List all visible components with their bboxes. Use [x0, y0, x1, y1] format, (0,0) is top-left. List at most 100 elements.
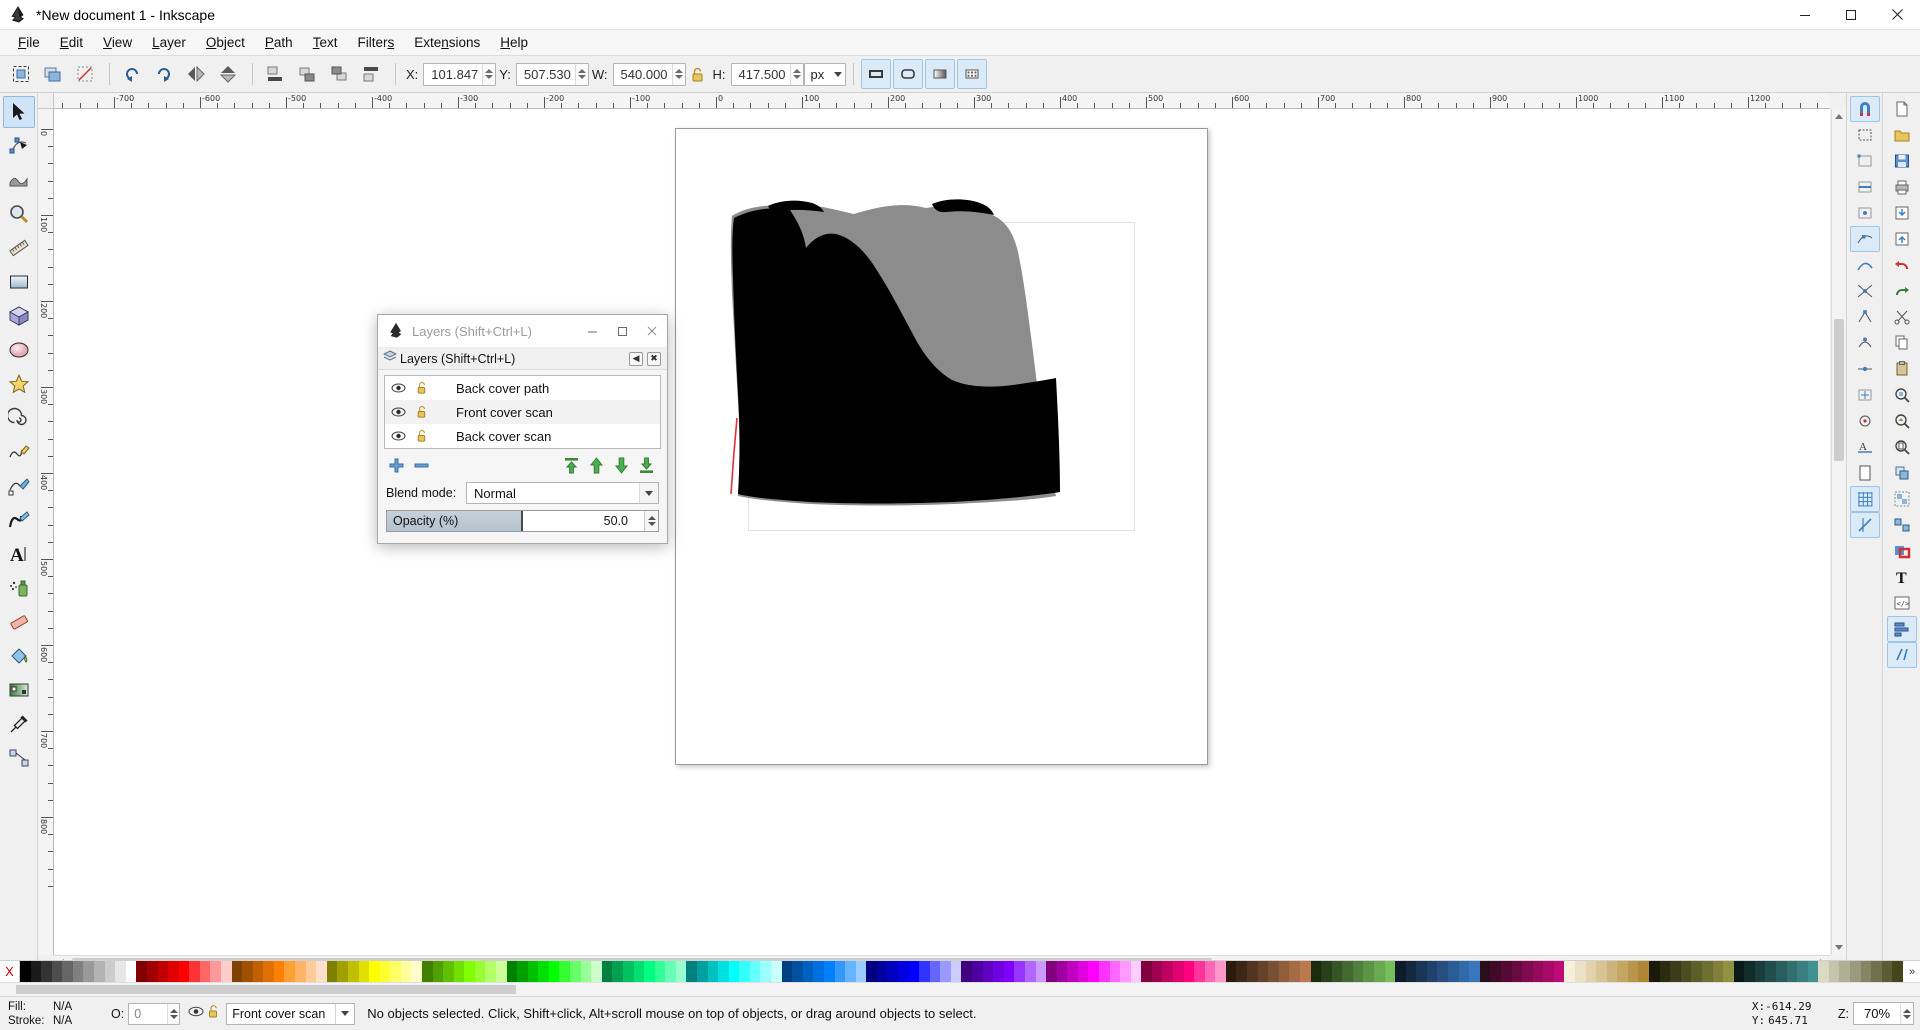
palette-swatch[interactable]: [570, 961, 581, 982]
palette-swatch[interactable]: [1374, 961, 1385, 982]
palette-swatch[interactable]: [1564, 961, 1575, 982]
palette-swatch[interactable]: [1416, 961, 1427, 982]
zoom-spin-arrows[interactable]: [1900, 1003, 1913, 1024]
palette-swatch[interactable]: [1268, 961, 1279, 982]
arrow-down-icon[interactable]: [609, 456, 633, 474]
palette-swatch[interactable]: [337, 961, 348, 982]
unlock-icon[interactable]: [411, 405, 433, 419]
palette-swatch[interactable]: [1617, 961, 1628, 982]
palette-swatch[interactable]: [792, 961, 803, 982]
palette-swatch[interactable]: [1574, 961, 1586, 982]
zoom-spinner[interactable]: [1853, 1002, 1914, 1025]
x-spin-arrows[interactable]: [482, 63, 496, 85]
chevron-down-icon[interactable]: [639, 483, 658, 503]
palette-swatch[interactable]: [1712, 961, 1724, 982]
palette-none-swatch[interactable]: X: [0, 961, 20, 982]
palette-swatch[interactable]: [1585, 961, 1597, 982]
palette-swatch[interactable]: [1448, 961, 1459, 982]
palette-swatch[interactable]: [1839, 961, 1851, 982]
layer-row-back-cover-path[interactable]: Back cover path: [385, 376, 660, 400]
select-all-layers-icon[interactable]: [38, 59, 68, 89]
palette-swatch[interactable]: [1046, 961, 1057, 982]
palette-swatch[interactable]: [845, 961, 856, 982]
tool-ellipse[interactable]: [3, 334, 35, 366]
palette-swatch[interactable]: [1035, 961, 1047, 982]
path-intersect-icon[interactable]: [1850, 278, 1880, 304]
palette-swatch[interactable]: [1405, 961, 1417, 982]
tool-pencil[interactable]: [3, 436, 35, 468]
h-spinner[interactable]: [730, 62, 804, 86]
palette-swatch[interactable]: [1098, 961, 1110, 982]
palette-swatch[interactable]: [1744, 961, 1755, 982]
tool-calligraphy[interactable]: [3, 504, 35, 536]
palette-swatch[interactable]: [1310, 961, 1322, 982]
palette-swatch[interactable]: [1680, 961, 1692, 982]
dialog-maximize-button[interactable]: [607, 315, 637, 348]
palette-swatch[interactable]: [517, 961, 528, 982]
palette-swatch[interactable]: [950, 961, 962, 982]
palette-swatch[interactable]: [1596, 961, 1607, 982]
palette-swatch[interactable]: [580, 961, 592, 982]
palette-swatch[interactable]: [369, 961, 380, 982]
palette-swatch[interactable]: [897, 961, 909, 982]
tool-text[interactable]: A: [3, 538, 35, 570]
fill-stroke-icon[interactable]: [1887, 538, 1917, 564]
scale-gradient-icon[interactable]: [924, 59, 955, 89]
layer-row-front-cover-scan[interactable]: Front cover scan: [385, 400, 660, 424]
align-icon[interactable]: [1886, 616, 1917, 642]
tool-spray[interactable]: [3, 572, 35, 604]
palette-swatch[interactable]: [686, 961, 697, 982]
palette-swatch[interactable]: [1088, 961, 1099, 982]
bottom-scroll-strip[interactable]: [0, 982, 1920, 996]
palette-swatch[interactable]: [697, 961, 708, 982]
h-input[interactable]: [731, 63, 790, 85]
lower-icon[interactable]: [292, 59, 322, 89]
menu-text[interactable]: Text: [303, 32, 348, 53]
zoom-page-icon[interactable]: [1887, 434, 1917, 460]
rotation-center-icon[interactable]: [1850, 408, 1880, 434]
palette-swatch[interactable]: [855, 961, 867, 982]
palette-swatch[interactable]: [591, 961, 602, 982]
tool-selector[interactable]: [2, 96, 35, 128]
palette-swatch[interactable]: [1257, 961, 1269, 982]
palette-swatch[interactable]: [1543, 961, 1554, 982]
palette-swatch[interactable]: [453, 961, 465, 982]
deselect-icon[interactable]: [70, 59, 100, 89]
opacity-spin-arrows[interactable]: [167, 1003, 180, 1024]
redo-icon[interactable]: [1887, 278, 1917, 304]
tool-dropper[interactable]: [3, 708, 35, 740]
palette-swatch[interactable]: [326, 961, 338, 982]
page-border-icon[interactable]: [1850, 460, 1880, 486]
bbox-icon[interactable]: [1850, 122, 1880, 148]
raise-top-icon[interactable]: [356, 59, 386, 89]
path-snap-icon[interactable]: [1850, 252, 1880, 278]
menu-path[interactable]: Path: [255, 32, 303, 53]
dialog-minimize-button[interactable]: [577, 315, 607, 348]
palette-swatch[interactable]: [1236, 961, 1248, 982]
palette-swatch[interactable]: [1797, 961, 1808, 982]
palette-swatch[interactable]: [168, 961, 179, 982]
palette-swatch[interactable]: [823, 961, 835, 982]
tool-gradient[interactable]: [3, 674, 35, 706]
export-icon[interactable]: [1887, 226, 1917, 252]
palette-swatch[interactable]: [231, 961, 243, 982]
palette-swatch[interactable]: [675, 961, 687, 982]
y-spin-arrows[interactable]: [574, 63, 588, 85]
palette-swatch[interactable]: [496, 961, 507, 982]
palette-swatch[interactable]: [972, 961, 983, 982]
h-spin-arrows[interactable]: [789, 63, 803, 85]
palette-swatch[interactable]: [1141, 961, 1152, 982]
cusp-node-icon[interactable]: [1850, 304, 1880, 330]
guide-icon[interactable]: [1849, 512, 1880, 538]
add-layer-button[interactable]: [386, 456, 406, 474]
palette-swatch[interactable]: [1754, 961, 1766, 982]
menu-filters[interactable]: Filters: [347, 32, 404, 53]
eye-icon[interactable]: [188, 1005, 204, 1023]
palette-swatch[interactable]: [1701, 961, 1713, 982]
chevron-down-icon[interactable]: [335, 1003, 354, 1024]
palette-swatch[interactable]: [538, 961, 549, 982]
tool-node-editor[interactable]: [3, 130, 35, 162]
menu-object[interactable]: Object: [196, 32, 255, 53]
palette-swatch[interactable]: [654, 961, 666, 982]
layers-list[interactable]: Back cover path Front cover scan Back co: [384, 375, 661, 449]
